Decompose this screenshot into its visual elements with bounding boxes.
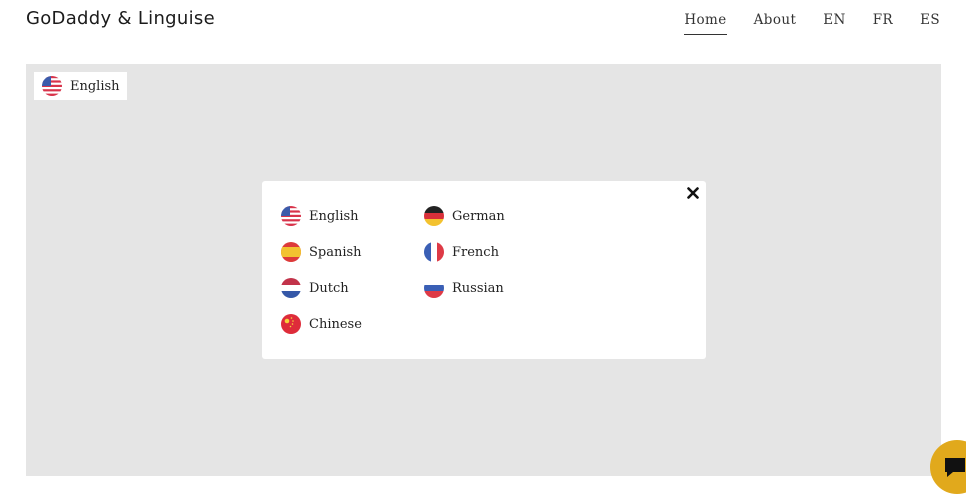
nav-home[interactable]: Home xyxy=(684,12,727,35)
nav-lang-en[interactable]: EN xyxy=(823,12,845,35)
russia-flag-icon xyxy=(424,278,444,298)
main-nav: Home About EN FR ES xyxy=(657,12,940,35)
germany-flag-icon xyxy=(424,206,444,226)
language-option-spanish[interactable]: Spanish xyxy=(281,241,411,263)
language-name: French xyxy=(452,244,499,260)
language-option-dutch[interactable]: Dutch xyxy=(281,277,411,299)
language-name: German xyxy=(452,208,505,224)
language-name: English xyxy=(309,208,359,224)
language-name: Spanish xyxy=(309,244,362,260)
china-flag-icon xyxy=(281,314,301,334)
current-language-label: English xyxy=(70,78,120,94)
us-flag-icon xyxy=(281,206,301,226)
language-option-french[interactable]: French xyxy=(424,241,554,263)
nav-lang-fr[interactable]: FR xyxy=(873,12,893,35)
language-option-russian[interactable]: Russian xyxy=(424,277,554,299)
spain-flag-icon xyxy=(281,242,301,262)
chat-icon xyxy=(945,458,965,477)
language-switcher-button[interactable]: English xyxy=(34,72,127,100)
nav-about[interactable]: About xyxy=(754,12,797,35)
language-option-english[interactable]: English xyxy=(281,205,411,227)
language-name: Russian xyxy=(452,280,504,296)
site-title[interactable]: GoDaddy & Linguise xyxy=(26,8,215,29)
france-flag-icon xyxy=(424,242,444,262)
netherlands-flag-icon xyxy=(281,278,301,298)
nav-lang-es[interactable]: ES xyxy=(920,12,940,35)
language-option-chinese[interactable]: Chinese xyxy=(281,313,411,335)
close-icon[interactable] xyxy=(685,185,701,201)
language-name: Chinese xyxy=(309,316,362,332)
language-option-german[interactable]: German xyxy=(424,205,554,227)
language-name: Dutch xyxy=(309,280,349,296)
us-flag-icon xyxy=(42,76,62,96)
language-modal: English Spanish Dutch Chinese German Fre… xyxy=(262,181,706,359)
